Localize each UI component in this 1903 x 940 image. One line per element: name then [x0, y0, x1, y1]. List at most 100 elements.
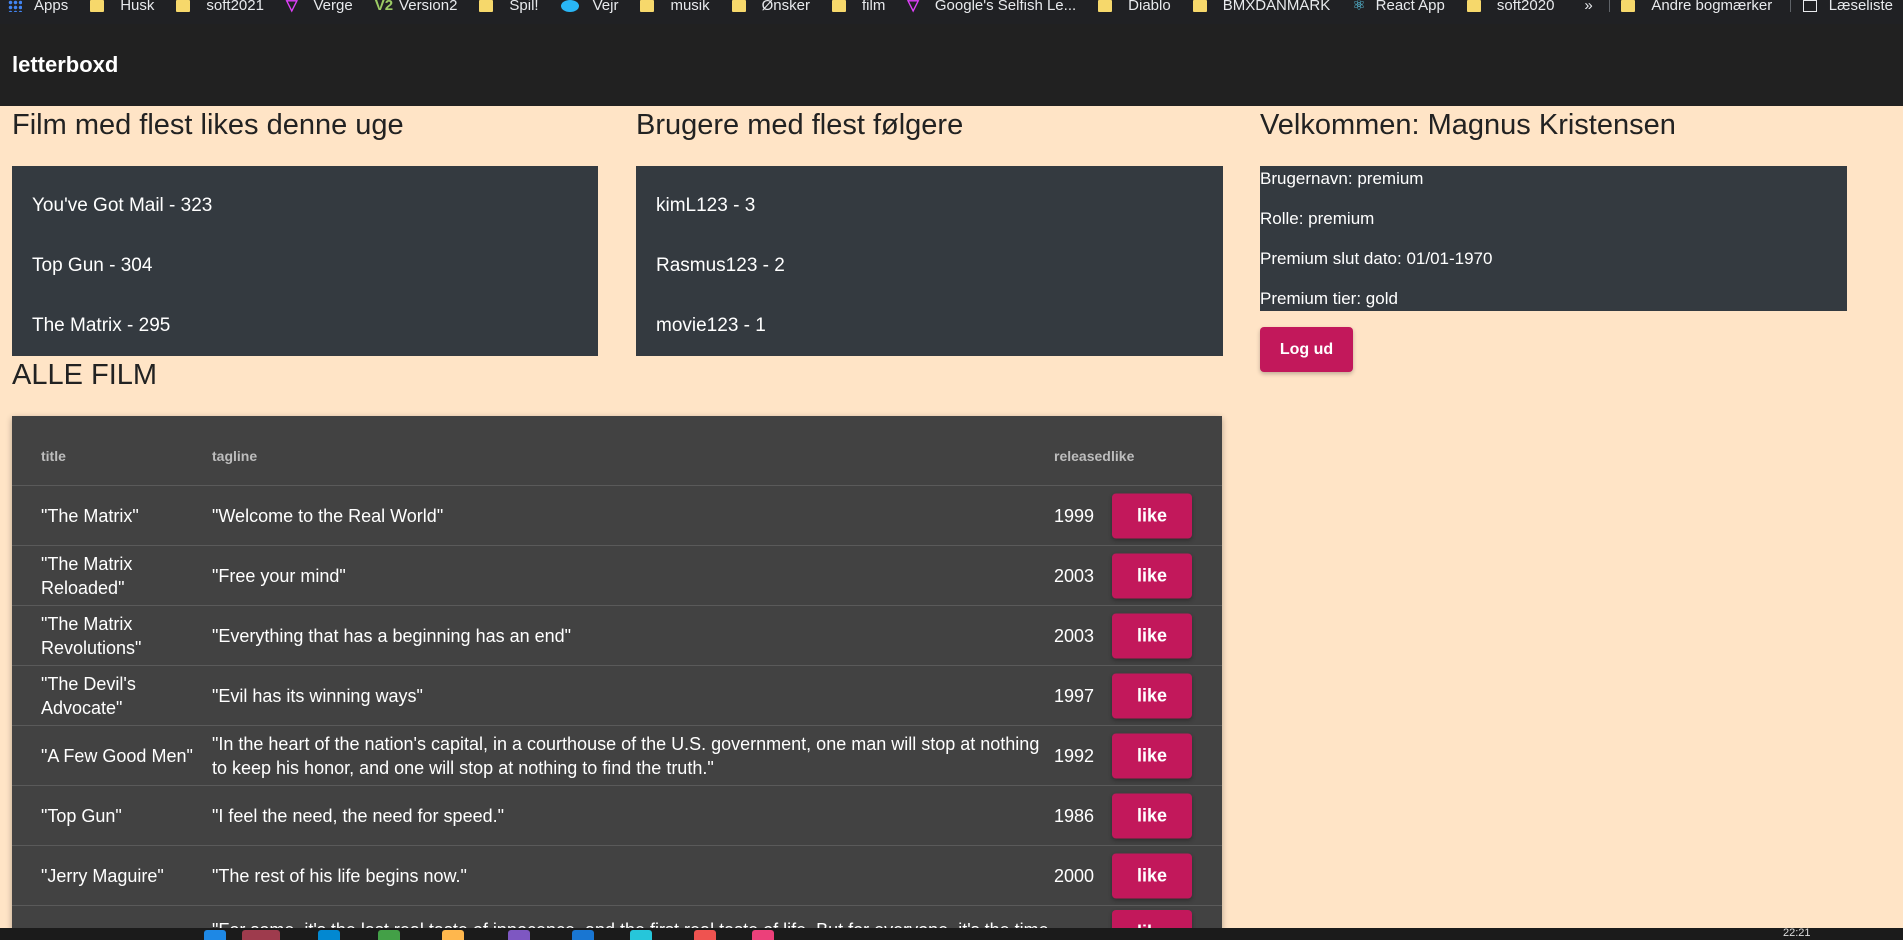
film-released-cell: 2003 — [1054, 625, 1095, 646]
logout-button[interactable]: Log ud — [1260, 327, 1353, 372]
film-released-cell: 2000 — [1054, 865, 1095, 886]
bookmark-item[interactable]: Spil! — [467, 0, 539, 13]
film-released-cell: 1997 — [1054, 685, 1095, 706]
list-item: Top Gun - 304 — [32, 255, 153, 276]
folder-icon — [1192, 0, 1207, 12]
column-header-tagline[interactable]: tagline — [212, 449, 257, 463]
list-item: movie123 - 1 — [656, 315, 766, 336]
bookmarks-bar: Apps Husk soft2021 ▽ Verge V2 Version2 Spi… — [0, 0, 1903, 24]
bookmark-item[interactable]: Diablo — [1086, 0, 1171, 14]
bookmark-item[interactable]: soft2020 — [1455, 0, 1554, 13]
top-users-heading: Brugere med flest følgere — [636, 109, 964, 141]
bookmark-item[interactable]: Husk — [78, 0, 155, 14]
table-row: "The Matrix Reloaded" "Free your mind" 200… — [12, 546, 1222, 606]
list-item: The Matrix - 295 — [32, 315, 171, 336]
bookmark-label: BMXDANMARK — [1222, 0, 1331, 14]
taskbar-app-icon[interactable] — [378, 930, 400, 940]
other-bookmarks[interactable]: Andre bogmærker — [1617, 0, 1772, 13]
bookmark-item[interactable]: film — [820, 0, 886, 14]
brand-logo[interactable]: letterboxd — [12, 54, 118, 76]
bookmark-item[interactable]: Ønsker — [720, 0, 810, 14]
bookmark-item[interactable]: ▽ Google's Selfish Le... — [895, 0, 1077, 14]
table-row: "The Matrix" "Welcome to the Real World" 1… — [12, 486, 1222, 546]
taskbar-app-icon[interactable] — [318, 930, 340, 940]
column-header-like[interactable]: like — [1111, 449, 1134, 463]
bookmark-label: Ønsker — [761, 0, 810, 14]
bookmark-item[interactable]: BMXDANMARK — [1181, 0, 1331, 14]
bookmark-label: Apps — [34, 0, 69, 14]
like-button[interactable]: like — [1112, 673, 1192, 718]
table-row: "A Few Good Men" "In the heart of the nat… — [12, 726, 1222, 786]
bookmarks-separator — [1790, 0, 1791, 12]
taskbar-app-icon[interactable] — [242, 930, 280, 940]
taskbar-app-icon[interactable] — [204, 930, 226, 940]
folder-icon — [1621, 0, 1636, 12]
top-films-heading: Film med flest likes denne uge — [12, 109, 404, 141]
bookmark-item[interactable]: musik — [628, 0, 710, 14]
like-button[interactable]: like — [1112, 793, 1192, 838]
table-header: title tagline released like — [12, 416, 1222, 486]
weather-icon — [560, 0, 579, 12]
column-header-released[interactable]: released — [1054, 449, 1111, 463]
like-button[interactable]: like — [1112, 853, 1192, 898]
film-tagline-cell: "In the heart of the nation's capital, i… — [212, 733, 1040, 778]
like-button[interactable]: like — [1112, 733, 1192, 778]
verge-icon: ▽ — [285, 0, 298, 14]
bookmark-label: Google's Selfish Le... — [934, 0, 1077, 14]
top-users-panel: kimL123 - 3 Rasmus123 - 2 movie123 - 1 — [636, 166, 1223, 356]
bookmark-item[interactable]: ▽ Verge — [274, 0, 353, 14]
taskbar-app-icon[interactable] — [508, 930, 530, 940]
film-released-cell: 1992 — [1054, 745, 1095, 766]
all-films-heading: ALLE FILM — [12, 359, 158, 391]
bookmark-label: React App — [1375, 0, 1445, 14]
bookmark-label: Verge — [313, 0, 353, 14]
bookmark-apps[interactable]: Apps — [0, 0, 69, 14]
taskbar-app-icon[interactable] — [752, 930, 774, 940]
taskbar: 22:21 — [0, 928, 1903, 940]
taskbar-app-icon[interactable] — [572, 930, 594, 940]
bookmark-label: musik — [670, 0, 710, 14]
taskbar-app-icon[interactable] — [442, 930, 464, 940]
apps-grid-icon — [8, 0, 22, 12]
column-header-title[interactable]: title — [41, 449, 66, 463]
like-button[interactable]: like — [1112, 613, 1192, 658]
bookmark-label: Diablo — [1128, 0, 1171, 14]
react-icon: ⚛ — [1352, 0, 1366, 14]
table-row: "The Devil's Advocate" "Evil has its winn… — [12, 666, 1222, 726]
film-title-cell: "Jerry Maguire" — [41, 865, 164, 886]
taskbar-app-icon[interactable] — [694, 930, 716, 940]
bookmark-item[interactable]: soft2021 — [164, 0, 264, 13]
film-released-cell: 1999 — [1054, 505, 1095, 526]
folder-icon — [90, 0, 105, 12]
film-title-cell: "Top Gun" — [41, 805, 122, 826]
bookmark-item[interactable]: ⚛ React App — [1340, 0, 1445, 14]
bookmark-item[interactable]: V2 Version2 — [363, 0, 458, 13]
film-tagline-cell: "Free your mind" — [212, 565, 346, 586]
film-tagline-cell: "Welcome to the Real World" — [212, 505, 444, 526]
folder-icon — [1466, 0, 1481, 12]
films-table: title tagline released like "The Matrix"… — [12, 416, 1222, 940]
film-released-cell: 2003 — [1054, 565, 1095, 586]
folder-icon — [479, 0, 494, 12]
like-button[interactable]: like — [1112, 493, 1192, 538]
role-text: Rolle: premium — [1260, 209, 1375, 228]
bookmark-item[interactable]: Vejr — [549, 0, 619, 14]
table-row: "The Matrix Revolutions" "Everything that… — [12, 606, 1222, 666]
taskbar-app-icon[interactable] — [630, 930, 652, 940]
like-button[interactable]: like — [1112, 553, 1192, 598]
bookmark-label: film — [862, 0, 886, 14]
table-row: "Jerry Maguire" "The rest of his life beg… — [12, 846, 1222, 906]
folder-icon — [640, 0, 655, 12]
premium-end-text: Premium slut dato: 01/01-1970 — [1260, 249, 1493, 268]
reading-list[interactable]: Læseliste — [1799, 0, 1893, 13]
top-films-panel: You've Got Mail - 323 Top Gun - 304 The … — [12, 166, 598, 356]
film-tagline-cell: "I feel the need, the need for speed." — [212, 805, 504, 826]
more-bookmarks-chevron-icon[interactable]: » — [1584, 0, 1592, 13]
bookmark-label: Vejr — [592, 0, 619, 14]
film-tagline-cell: "Everything that has a beginning has an … — [212, 625, 572, 646]
bookmarks-separator — [1608, 0, 1610, 12]
table-row: "Top Gun" "I feel the need, the need for … — [12, 786, 1222, 846]
list-item: You've Got Mail - 323 — [32, 195, 213, 216]
bookmark-label: Husk — [120, 0, 155, 14]
folder-icon — [176, 0, 191, 12]
